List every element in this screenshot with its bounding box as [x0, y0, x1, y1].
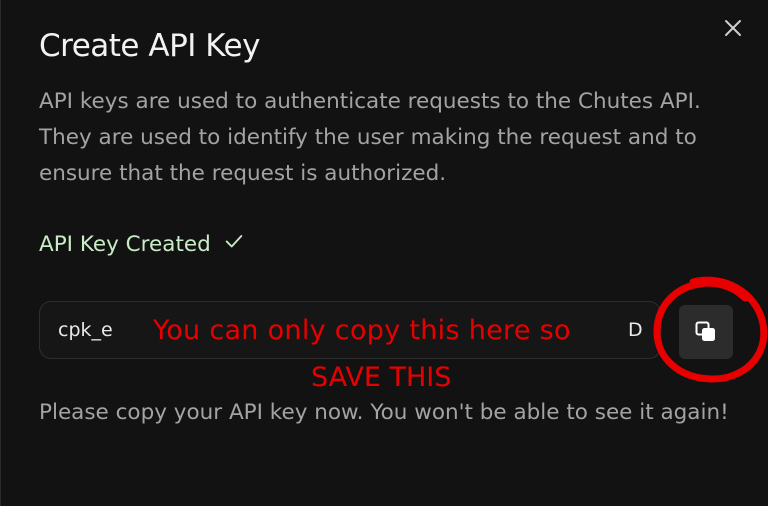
status-message: API Key Created: [39, 230, 245, 258]
annotation-text-line-2: SAVE THIS: [311, 362, 452, 393]
copy-icon: [695, 321, 715, 341]
dialog-title: Create API Key: [39, 28, 260, 64]
close-icon: [725, 20, 741, 36]
dialog-description: API keys are used to authenticate reques…: [39, 89, 701, 186]
copy-warning-note: Please copy your API key now. You won't …: [39, 400, 729, 425]
api-key-value-start: cpk_e: [58, 319, 113, 341]
create-api-key-dialog: Create API Key API keys are used to auth…: [0, 0, 768, 506]
annotation-text-line-1: You can only copy this here so: [151, 315, 577, 346]
copy-api-key-button[interactable]: [679, 305, 733, 359]
api-key-value-end: Da: [628, 319, 642, 341]
status-text: API Key Created: [39, 231, 211, 257]
close-button[interactable]: [721, 16, 745, 40]
check-icon: [223, 230, 245, 258]
